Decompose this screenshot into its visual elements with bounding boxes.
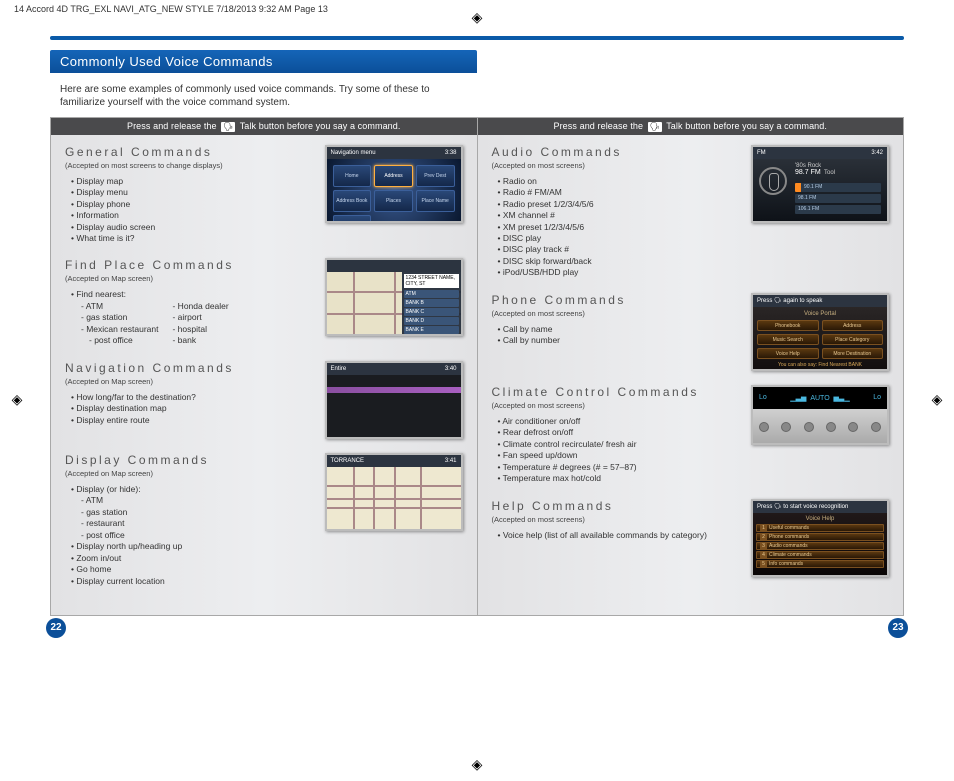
nav-list: • How long/far to the destination? • Dis… <box>65 392 315 426</box>
talk-post: Talk button before you say a command. <box>666 121 827 131</box>
general-title: General Commands <box>65 145 315 159</box>
audio-title: Audio Commands <box>492 145 742 159</box>
help-list: • Voice help (list of all available comm… <box>492 530 742 541</box>
display-thumbnail: TORRANCE3:41 <box>325 453 463 531</box>
nav-sub: (Accepted on Map screen) <box>65 377 315 386</box>
general-list: • Display map • Display menu • Display p… <box>65 176 315 245</box>
navigation-block: Navigation Commands (Accepted on Map scr… <box>51 361 477 439</box>
help-thumbnail: Press 🗣 to start voice recognition Voice… <box>751 499 889 577</box>
intro-text: Here are some examples of commonly used … <box>60 83 440 109</box>
audio-block: Audio Commands (Accepted on most screens… <box>478 145 904 279</box>
talk-pre: Press and release the <box>127 121 217 131</box>
climate-thumbnail: Lo ▁▃▅ AUTO ▅▃▁ Lo <box>751 385 889 445</box>
registration-mark-icon: ◈ <box>468 755 486 773</box>
page-left: Press and release the 🗣 Talk button befo… <box>50 117 477 616</box>
page-right: Press and release the 🗣 Talk button befo… <box>477 117 905 616</box>
pdf-header: 14 Accord 4D TRG_EXL NAVI_ATG_NEW STYLE … <box>14 4 328 14</box>
find-place-block: Find Place Commands (Accepted on Map scr… <box>51 258 477 346</box>
phone-sub: (Accepted on most screens) <box>492 309 742 318</box>
help-sub: (Accepted on most screens) <box>492 515 742 524</box>
talk-pre: Press and release the <box>553 121 643 131</box>
general-thumbnail: Navigation menu3:38 Home Address Prev De… <box>325 145 463 223</box>
section-title: Commonly Used Voice Commands <box>50 50 477 73</box>
display-title: Display Commands <box>65 453 315 467</box>
talk-icon: 🗣 <box>648 122 662 132</box>
display-sub: (Accepted on Map screen) <box>65 469 315 478</box>
help-title: Help Commands <box>492 499 742 513</box>
climate-block: Climate Control Commands (Accepted on mo… <box>478 385 904 485</box>
help-block: Help Commands (Accepted on most screens)… <box>478 499 904 577</box>
find-thumbnail: 1234 STREET NAME, CITY, ST ATM BANK B BA… <box>325 258 463 336</box>
general-sub: (Accepted on most screens to change disp… <box>65 161 315 170</box>
audio-thumbnail: FM3:42 '80s Rock 98.7 FM Tool 90.1 FM 98… <box>751 145 889 223</box>
general-commands-block: General Commands (Accepted on most scree… <box>51 145 477 245</box>
talk-instruction: Press and release the 🗣 Talk button befo… <box>478 118 904 135</box>
nav-thumbnail: Entire3:40 <box>325 361 463 439</box>
talk-post: Talk button before you say a command. <box>240 121 401 131</box>
nav-title: Navigation Commands <box>65 361 315 375</box>
station-logo-icon <box>759 167 787 195</box>
talk-instruction: Press and release the 🗣 Talk button befo… <box>51 118 477 135</box>
phone-list: • Call by name • Call by number <box>492 324 742 347</box>
display-block: Display Commands (Accepted on Map screen… <box>51 453 477 587</box>
registration-mark-icon: ◈ <box>468 8 486 26</box>
find-title: Find Place Commands <box>65 258 315 272</box>
display-list: • Display (or hide): - ATM - gas station… <box>65 484 315 587</box>
audio-sub: (Accepted on most screens) <box>492 161 742 170</box>
phone-block: Phone Commands (Accepted on most screens… <box>478 293 904 371</box>
phone-thumbnail: Press 🗣 again to speak Voice Portal Phon… <box>751 293 889 371</box>
page-number-left: 22 <box>46 618 66 638</box>
find-list: • Find nearest: - ATM - gas station - Me… <box>65 289 315 346</box>
top-rule <box>50 36 904 40</box>
climate-list: • Air conditioner on/off • Rear defrost … <box>492 416 742 485</box>
phone-title: Phone Commands <box>492 293 742 307</box>
audio-list: • Radio on • Radio # FM/AM • Radio prese… <box>492 176 742 279</box>
find-sub: (Accepted on Map screen) <box>65 274 315 283</box>
registration-mark-icon: ◈ <box>928 390 946 408</box>
climate-sub: (Accepted on most screens) <box>492 401 742 410</box>
talk-icon: 🗣 <box>221 122 235 132</box>
climate-title: Climate Control Commands <box>492 385 742 399</box>
page-number-right: 23 <box>888 618 908 638</box>
page-content: Commonly Used Voice Commands Here are so… <box>50 30 904 741</box>
two-page-spread: Press and release the 🗣 Talk button befo… <box>50 117 904 616</box>
registration-mark-icon: ◈ <box>8 390 26 408</box>
